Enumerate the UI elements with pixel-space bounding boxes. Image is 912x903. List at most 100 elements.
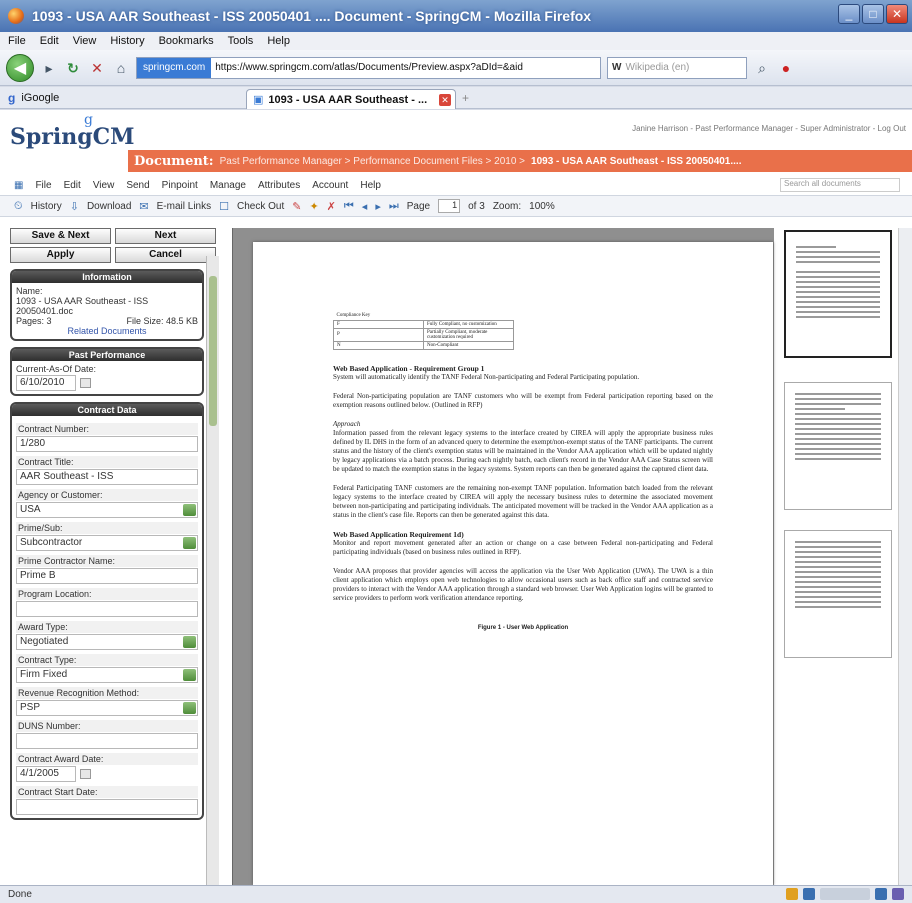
contract-data-header[interactable]: Contract Data: [12, 404, 202, 416]
user-links[interactable]: Janine Harrison - Past Performance Manag…: [0, 110, 912, 134]
dropdown-arrow-icon[interactable]: [183, 636, 196, 648]
url-bar[interactable]: springcm.com https://www.springcm.com/at…: [136, 56, 601, 79]
contract-field-input[interactable]: [16, 799, 198, 815]
addon-status-icon[interactable]: [803, 888, 815, 900]
stop-icon[interactable]: ✕: [88, 59, 106, 77]
save-next-button[interactable]: Save & Next: [10, 228, 111, 244]
menu-tools[interactable]: Tools: [228, 35, 254, 47]
contract-field-input[interactable]: USA: [16, 502, 198, 518]
menu-toggle-icon[interactable]: ▦: [14, 180, 23, 191]
back-icon[interactable]: ◀: [6, 53, 34, 82]
last-page-icon[interactable]: ⏭: [389, 200, 399, 213]
site-identity-button[interactable]: springcm.com: [137, 57, 212, 78]
maximize-icon[interactable]: □: [862, 4, 884, 24]
prev-page-icon[interactable]: ◂: [362, 200, 368, 213]
cancel-button[interactable]: Cancel: [115, 247, 216, 263]
contract-field-input[interactable]: [16, 601, 198, 617]
app-menu-account[interactable]: Account: [312, 180, 348, 191]
contract-field-input[interactable]: Negotiated: [16, 634, 198, 650]
contract-field-input[interactable]: 1/280: [16, 436, 198, 452]
paragraph: Information passed from the relevant leg…: [333, 428, 713, 473]
page-thumbnail-3[interactable]: [784, 530, 892, 658]
page-number-input[interactable]: 1: [438, 199, 461, 213]
contract-field-input[interactable]: 4/1/2005: [16, 766, 76, 782]
menu-edit[interactable]: Edit: [40, 35, 59, 47]
calendar-icon[interactable]: [80, 377, 91, 388]
search-icon[interactable]: ⌕: [753, 59, 771, 77]
page-count: of 3: [468, 200, 485, 212]
wikipedia-icon[interactable]: W: [612, 62, 621, 73]
history-button[interactable]: History: [31, 201, 62, 212]
search-input[interactable]: W Wikipedia (en): [607, 56, 747, 79]
bookmark-igoogle[interactable]: iGoogle: [21, 92, 59, 104]
contract-field-input[interactable]: [16, 733, 198, 749]
quick-search-input[interactable]: Search all documents: [780, 178, 900, 192]
page-thumbnail-2[interactable]: [784, 382, 892, 510]
dropdown-arrow-icon[interactable]: [183, 702, 196, 714]
security-lock-icon[interactable]: [786, 888, 798, 900]
minimize-icon[interactable]: _: [838, 4, 860, 24]
app-menu-view[interactable]: View: [93, 180, 115, 191]
contract-field-input[interactable]: PSP: [16, 700, 198, 716]
menu-help[interactable]: Help: [267, 35, 290, 47]
menu-view[interactable]: View: [73, 35, 97, 47]
menu-bookmarks[interactable]: Bookmarks: [159, 35, 214, 47]
contract-field-input[interactable]: Subcontractor: [16, 535, 198, 551]
checkout-icon[interactable]: ☐: [219, 200, 229, 213]
extension-icon[interactable]: [892, 888, 904, 900]
dropdown-arrow-icon[interactable]: [183, 537, 196, 549]
redact-icon[interactable]: ✗: [327, 200, 336, 213]
information-panel-header[interactable]: Information: [12, 271, 202, 283]
document-toolbar: ⏲ History ⇩ Download ✉ E-mail Links ☐ Ch…: [0, 195, 912, 217]
contract-field-input[interactable]: Prime B: [16, 568, 198, 584]
next-page-icon[interactable]: ▸: [375, 200, 381, 213]
forward-icon[interactable]: ▸: [40, 59, 58, 77]
page-thumbnail-1[interactable]: [784, 230, 892, 358]
breadcrumb-path[interactable]: Past Performance Manager > Performance D…: [220, 156, 525, 167]
reload-icon[interactable]: ↻: [64, 59, 82, 77]
annotate-icon[interactable]: ✎: [292, 200, 301, 213]
contract-field-label: Contract Type:: [16, 654, 198, 666]
contract-field-input[interactable]: Firm Fixed: [16, 667, 198, 683]
thumbnail-scrollbar[interactable]: [898, 228, 912, 885]
past-performance-header[interactable]: Past Performance: [12, 349, 202, 361]
highlight-icon[interactable]: ✦: [309, 200, 318, 213]
current-as-of-input[interactable]: 6/10/2010: [16, 375, 76, 391]
app-menu-manage[interactable]: Manage: [210, 180, 246, 191]
first-page-icon[interactable]: ⏮: [344, 200, 354, 213]
addon-icon[interactable]: ●: [777, 59, 795, 77]
app-menu-file[interactable]: File: [35, 180, 51, 191]
history-icon[interactable]: ⏲: [14, 200, 23, 213]
app-menu-pinpoint[interactable]: Pinpoint: [162, 180, 198, 191]
email-links-button[interactable]: E-mail Links: [157, 201, 211, 212]
sidebar-scroll-thumb[interactable]: [209, 276, 217, 426]
check-out-button[interactable]: Check Out: [237, 201, 284, 212]
tab-close-icon[interactable]: ✕: [439, 93, 451, 106]
related-documents-link[interactable]: Related Documents: [16, 326, 198, 336]
dropdown-arrow-icon[interactable]: [183, 504, 196, 516]
app-menu-help[interactable]: Help: [360, 180, 381, 191]
download-button[interactable]: Download: [87, 201, 131, 212]
app-menu-send[interactable]: Send: [126, 180, 149, 191]
next-button[interactable]: Next: [115, 228, 216, 244]
dropdown-arrow-icon[interactable]: [183, 669, 196, 681]
email-icon[interactable]: ✉: [139, 200, 148, 213]
apply-button[interactable]: Apply: [10, 247, 111, 263]
browser-tab-active[interactable]: ▣ 1093 - USA AAR Southeast - ... ✕: [246, 89, 456, 109]
contract-field-input[interactable]: AAR Southeast - ISS: [16, 469, 198, 485]
menu-file[interactable]: File: [8, 35, 26, 47]
url-text[interactable]: https://www.springcm.com/atlas/Documents…: [211, 62, 523, 73]
close-icon[interactable]: ✕: [886, 4, 908, 24]
app-menu-attributes[interactable]: Attributes: [258, 180, 300, 191]
section-heading-1: Web Based Application - Requirement Grou…: [333, 363, 485, 373]
new-tab-button[interactable]: +: [462, 91, 469, 105]
download-icon[interactable]: ⇩: [70, 200, 79, 213]
app-menu-edit[interactable]: Edit: [64, 180, 81, 191]
menu-history[interactable]: History: [110, 35, 144, 47]
sidebar-scrollbar[interactable]: [206, 256, 219, 885]
sync-icon[interactable]: [875, 888, 887, 900]
zoom-select[interactable]: 100%: [529, 201, 555, 212]
home-icon[interactable]: ⌂: [112, 59, 130, 77]
springcm-logo[interactable]: SpringCM g: [10, 112, 134, 150]
calendar-icon[interactable]: [80, 768, 91, 779]
